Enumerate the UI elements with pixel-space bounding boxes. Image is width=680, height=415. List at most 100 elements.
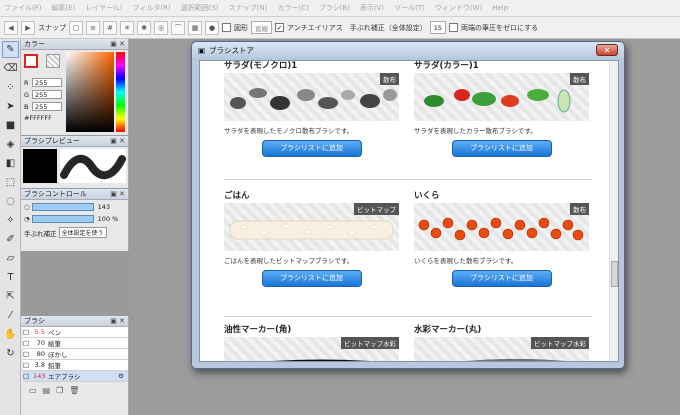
close-button[interactable]: ✕ xyxy=(596,44,618,56)
salad-color-stroke xyxy=(424,89,571,113)
menu-color[interactable]: カラー(C) xyxy=(277,3,308,13)
gear-icon[interactable]: ⚙ xyxy=(118,372,124,380)
copy-icon[interactable]: ❐ xyxy=(56,386,63,395)
brush-row[interactable]: □ 3.8 鉛筆 xyxy=(23,360,128,371)
panel-close-icon[interactable]: ▣ ✕ xyxy=(110,190,125,198)
shape-select[interactable]: 直線 xyxy=(251,21,272,34)
brush-row-name: 絵筆 xyxy=(48,340,61,348)
fill-rect-icon[interactable]: ■ xyxy=(2,117,19,134)
eyedropper-icon[interactable]: ⁄ xyxy=(2,307,19,324)
g-input[interactable]: 255 xyxy=(32,90,62,99)
magic-wand-icon[interactable]: ✧ xyxy=(2,212,19,229)
menu-window[interactable]: ウィンドウ(W) xyxy=(435,3,482,13)
brush-row-name: エアブラシ xyxy=(48,373,81,381)
menu-file[interactable]: ファイル(F) xyxy=(4,3,42,13)
opacity-value: 100 % xyxy=(97,215,119,223)
size-value: 143 xyxy=(97,203,111,211)
lasso-icon[interactable]: ◌ xyxy=(2,193,19,210)
scroll-thumb[interactable] xyxy=(611,261,618,287)
item-tag: ビットマップ水彩 xyxy=(531,337,589,349)
antialias-checkbox[interactable]: ✓ xyxy=(275,23,284,32)
add-to-brush-list-button[interactable]: ブラシリストに追加 xyxy=(451,140,552,157)
snap-grid-icon[interactable]: ▦ xyxy=(188,20,202,35)
menu-view[interactable]: 表示(V) xyxy=(360,3,384,13)
brush-tool-icon[interactable]: ✎ xyxy=(2,41,19,58)
menu-help[interactable]: Help xyxy=(492,4,508,12)
item-title: ごはん xyxy=(224,191,250,201)
select-pen-icon[interactable]: ✐ xyxy=(2,231,19,248)
panel-close-icon[interactable]: ▣ ✕ xyxy=(110,40,125,48)
select-rect-icon[interactable]: ⬚ xyxy=(2,174,19,191)
snap-settings-icon[interactable]: ● xyxy=(205,20,219,35)
add-to-brush-list-button[interactable]: ブラシリストに追加 xyxy=(261,140,362,157)
forward-icon[interactable]: ▶ xyxy=(21,20,35,35)
hex-value: #FFFFFF xyxy=(24,114,52,122)
snap-off-icon[interactable]: ▢ xyxy=(69,20,83,35)
text-tool-icon[interactable]: T xyxy=(2,269,19,286)
snap-vanish-icon[interactable]: ✳ xyxy=(120,20,134,35)
panel-close-icon[interactable]: ▣ ✕ xyxy=(110,317,125,325)
menu-edit[interactable]: 編集(E) xyxy=(52,3,76,13)
pressure-checkbox[interactable] xyxy=(449,23,459,32)
menu-layer[interactable]: レイヤー(L) xyxy=(85,3,122,13)
brush-row[interactable]: □ 70 絵筆 xyxy=(23,338,128,349)
brush-row[interactable]: □ 5.5 ペン xyxy=(23,327,128,338)
hue-slider[interactable] xyxy=(116,52,125,132)
brush-row-name: 鉛筆 xyxy=(48,362,61,370)
item-desc: サラダを表現したモノクロ散布ブラシです。 xyxy=(224,127,354,135)
shape-checkbox[interactable] xyxy=(222,23,231,32)
brush-row-selected[interactable]: □ 143 エアブラシ ⚙ xyxy=(23,371,128,382)
add-to-brush-list-button[interactable]: ブラシリストに追加 xyxy=(451,270,552,287)
snap-radial-icon[interactable]: ✺ xyxy=(137,20,151,35)
panel-close-icon[interactable]: ▣ ✕ xyxy=(110,137,125,145)
scrollbar[interactable] xyxy=(609,61,618,361)
tool-palette: ✎ ⌫ ⁘ ➤ ■ ◈ ◧ ⬚ ◌ ✧ ✐ ▱ T ⇱ ⁄ ✋ ↻ xyxy=(0,39,21,415)
opacity-slider[interactable] xyxy=(31,215,94,223)
gradient-icon[interactable]: ◧ xyxy=(2,155,19,172)
stabilizer-select[interactable]: 15 xyxy=(429,21,447,34)
menu-filter[interactable]: フィルタ(R) xyxy=(133,3,171,13)
move-tool-icon[interactable]: ➤ xyxy=(2,98,19,115)
bucket-icon[interactable]: ◈ xyxy=(2,136,19,153)
select-eraser-icon[interactable]: ▱ xyxy=(2,250,19,267)
snap-curve-icon[interactable]: ⌒ xyxy=(171,20,185,35)
brush-row-size: 5.5 xyxy=(34,328,45,336)
menu-snap[interactable]: スナップ(N) xyxy=(229,3,268,13)
eraser-tool-icon[interactable]: ⌫ xyxy=(2,60,19,77)
divider xyxy=(224,179,592,180)
size-slider[interactable] xyxy=(31,203,94,211)
r-input[interactable]: 255 xyxy=(32,78,62,87)
store-item: 油性マーカー(角) ビットマップ水彩 xyxy=(224,323,399,361)
snap-parallel-icon[interactable]: ≡ xyxy=(86,20,100,35)
antialias-label: アンチエイリアス xyxy=(287,23,343,32)
hand-tool-icon[interactable]: ✋ xyxy=(2,326,19,343)
snap-circle-icon[interactable]: ◎ xyxy=(154,20,168,35)
salad-mono-stroke xyxy=(230,88,397,110)
brush-row[interactable]: □ 80 ぼかし xyxy=(23,349,128,360)
store-window-icon: ▣ xyxy=(198,45,206,55)
add-to-brush-list-button[interactable]: ブラシリストに追加 xyxy=(261,270,362,287)
g-label: G xyxy=(24,90,30,99)
b-input[interactable]: 255 xyxy=(32,102,62,111)
rotate-tool-icon[interactable]: ↻ xyxy=(2,345,19,362)
brush-list-title: ブラシ xyxy=(24,317,45,325)
snap-cross-icon[interactable]: # xyxy=(103,20,117,35)
folder-icon[interactable]: ▤ xyxy=(43,386,51,395)
stab-select[interactable]: 全体設定を使う xyxy=(58,227,107,238)
saturation-value-picker[interactable] xyxy=(66,52,114,132)
item-preview: 散布 xyxy=(414,203,589,251)
back-icon[interactable]: ◀ xyxy=(4,20,18,35)
foreground-color-swatch[interactable] xyxy=(24,54,38,68)
brush-control-panel: ブラシコントロール ▣ ✕ ○ 143 ◔ 100 % 手ぶれ補正 全体設定を使う xyxy=(21,189,129,251)
new-brush-icon[interactable]: ▭ xyxy=(29,386,37,395)
dot-tool-icon[interactable]: ⁘ xyxy=(2,79,19,96)
trash-icon[interactable]: 🗑 xyxy=(69,386,79,395)
menu-selection[interactable]: 選択範囲(S) xyxy=(181,3,219,13)
transparent-color-swatch[interactable] xyxy=(46,54,60,68)
ikura-stroke xyxy=(418,217,584,241)
menu-tool[interactable]: ツール(T) xyxy=(394,3,425,13)
r-label: R xyxy=(24,78,29,87)
menu-brush[interactable]: ブラシ(B) xyxy=(319,3,350,13)
pressure-label: 両端の筆圧をゼロにする xyxy=(461,23,539,32)
divide-tool-icon[interactable]: ⇱ xyxy=(2,288,19,305)
